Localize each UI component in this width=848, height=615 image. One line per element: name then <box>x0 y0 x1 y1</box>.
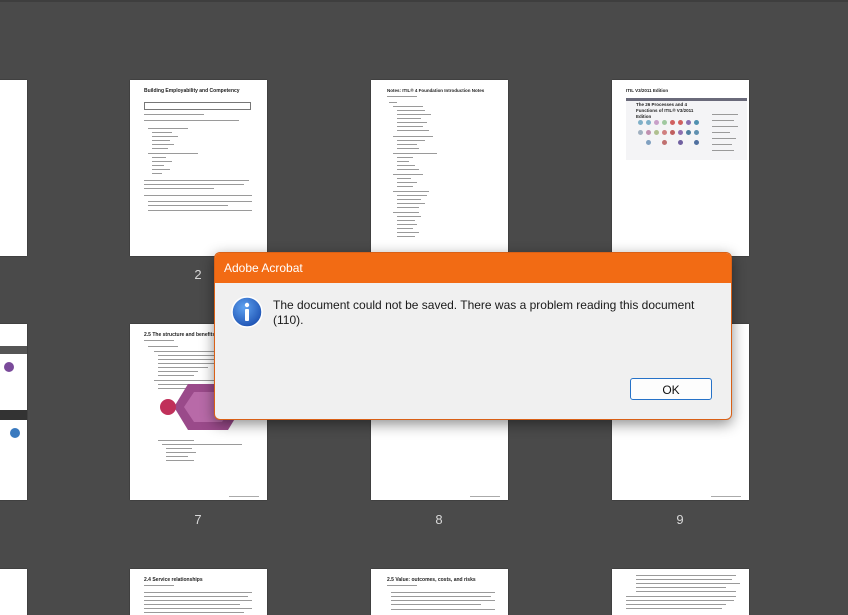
dialog-message: The document could not be saved. There w… <box>273 298 695 327</box>
page-thumbnail-partial[interactable] <box>0 569 27 615</box>
error-dialog: Adobe Acrobat The document could not be … <box>214 252 732 420</box>
page-number-2: 2 <box>194 267 202 282</box>
toolbar-edge <box>0 0 848 2</box>
page-thumbnail-12[interactable] <box>612 569 749 615</box>
thumbnail-workspace: Building Employability and Competency 2 … <box>0 0 848 615</box>
thumbnail-heading: 2.4 Service relationships <box>144 577 203 583</box>
dialog-titlebar[interactable]: Adobe Acrobat <box>215 253 731 283</box>
info-icon <box>231 296 263 328</box>
page-thumbnail-partial[interactable] <box>0 80 27 256</box>
thumbnail-subheading: The 26 Processes and 4 Functions of ITIL… <box>636 102 694 119</box>
page-thumbnail-partial[interactable] <box>0 324 27 500</box>
ok-button[interactable]: OK <box>630 378 712 400</box>
page-number-9: 9 <box>676 512 684 527</box>
thumbnail-heading: 2.5 Value: outcomes, costs, and risks <box>387 577 476 583</box>
page-thumbnail-4[interactable]: ITIL V3/2011 Edition The 26 Processes an… <box>612 80 749 256</box>
dialog-title: Adobe Acrobat <box>224 261 303 275</box>
page-number-7: 7 <box>194 512 202 527</box>
page-thumbnail-2[interactable]: Building Employability and Competency <box>130 80 267 256</box>
page-thumbnail-10[interactable]: 2.4 Service relationships <box>130 569 267 615</box>
thumbnail-heading: Building Employability and Competency <box>144 88 240 94</box>
page-thumbnail-11[interactable]: 2.5 Value: outcomes, costs, and risks <box>371 569 508 615</box>
thumbnail-heading: ITIL V3/2011 Edition <box>626 88 669 93</box>
thumbnail-heading: Notes: ITIL® 4 Foundation Introduction N… <box>387 88 485 93</box>
page-thumbnail-3[interactable]: Notes: ITIL® 4 Foundation Introduction N… <box>371 80 508 256</box>
page-number-8: 8 <box>435 512 443 527</box>
